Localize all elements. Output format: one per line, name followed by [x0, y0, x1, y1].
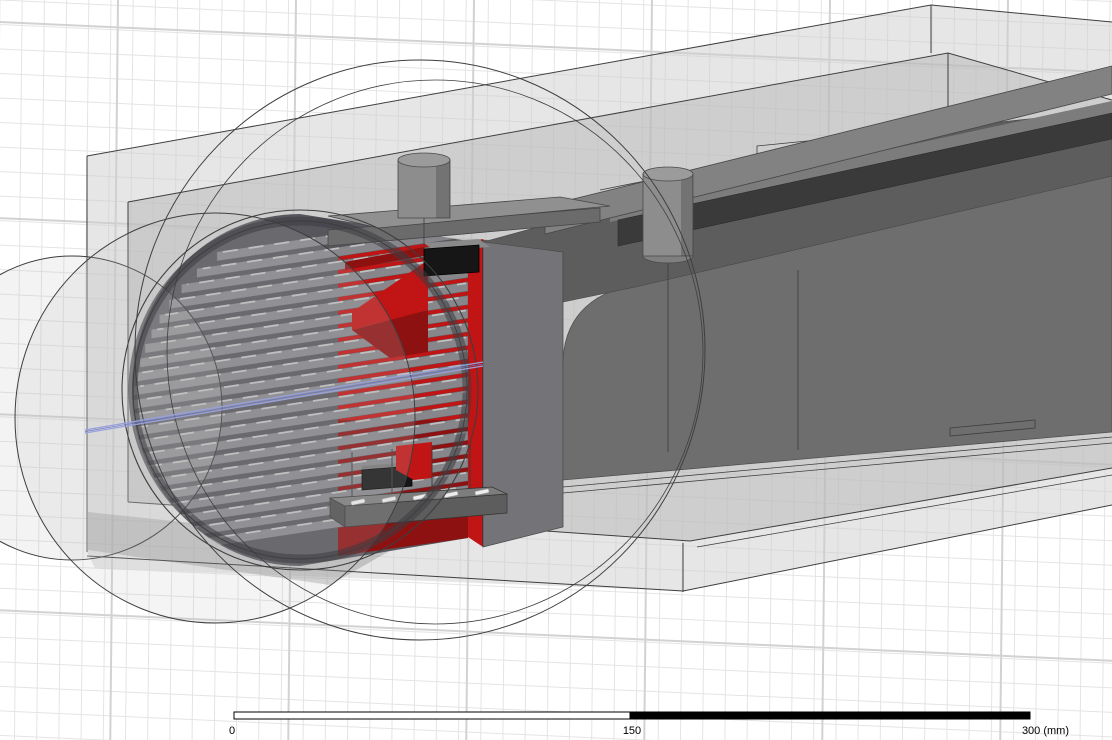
scale-bar-black-half [630, 712, 1030, 719]
scale-label-mid: 150 [623, 725, 641, 737]
scale-label-end: 300 (mm) [1022, 725, 1069, 737]
mounting-post-1[interactable] [398, 153, 450, 218]
cad-3d-viewport[interactable]: 0 150 300 (mm) [0, 0, 1112, 740]
scale-bar: 0 150 300 (mm) [229, 712, 1069, 737]
scale-bar-white-half [234, 712, 630, 719]
sensor-block-top[interactable] [424, 245, 479, 276]
scale-label-start: 0 [229, 725, 235, 737]
mounting-post-2[interactable] [643, 167, 693, 263]
model-scene[interactable]: 0 150 300 (mm) [0, 0, 1112, 740]
